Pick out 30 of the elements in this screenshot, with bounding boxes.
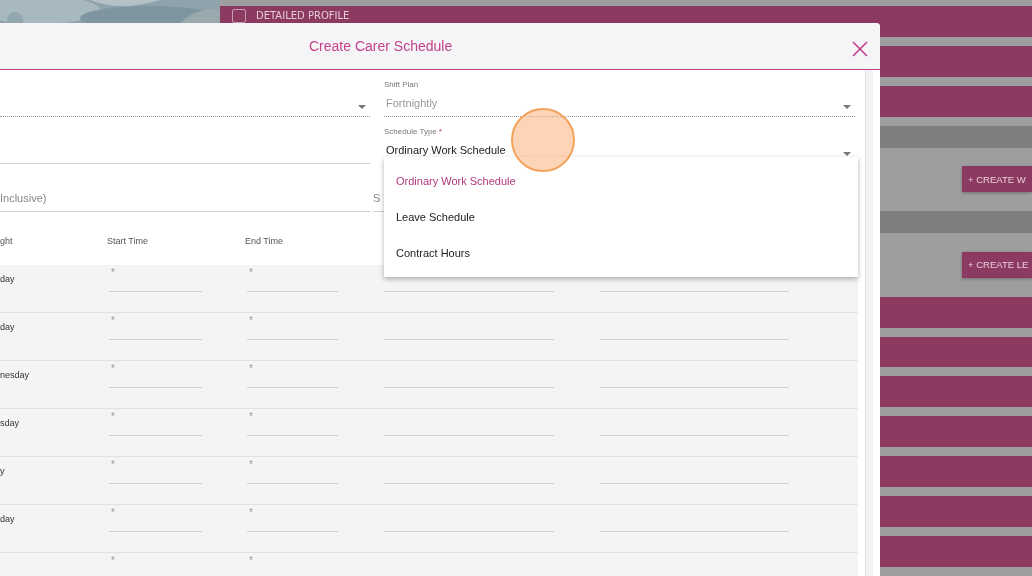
field-label: Shift Plan <box>384 80 419 89</box>
caret-icon <box>358 105 366 109</box>
create-button[interactable]: + CREATE LE <box>962 251 1032 278</box>
field-label: * <box>111 555 115 566</box>
menu-item[interactable]: Leave Schedule <box>384 199 858 235</box>
field-placeholder: Inclusive) <box>0 192 47 204</box>
click-indicator <box>510 107 576 173</box>
create-button[interactable]: + CREATE W <box>962 166 1032 193</box>
field-label: * <box>249 555 253 566</box>
dialog-title: Create Carer Schedule <box>309 38 453 54</box>
day-label: day <box>0 321 15 332</box>
caret-icon <box>843 105 851 109</box>
menu-item[interactable]: Contract Hours <box>384 235 858 271</box>
menu-item[interactable]: Ordinary Work Schedule <box>384 163 858 199</box>
field-value: Ordinary Work Schedule <box>386 144 506 156</box>
field-label: S <box>373 192 381 204</box>
column-header: End Time <box>245 235 285 246</box>
field-label: Schedule Type * <box>384 127 442 136</box>
day-label: sday <box>0 417 19 428</box>
day-label: nesday <box>0 369 30 380</box>
column-header: ght <box>0 235 14 246</box>
day-label: day <box>0 273 15 284</box>
field-value: Fortnightly <box>386 97 438 109</box>
column-header: Start Time <box>107 235 149 246</box>
close-icon[interactable] <box>852 41 868 57</box>
scrollbar[interactable] <box>865 70 873 576</box>
section-title: DETAILED PROFILE <box>256 9 350 22</box>
text-field[interactable]: Inclusive) <box>0 173 370 212</box>
day-label: day <box>0 513 15 524</box>
day-label: y <box>0 465 5 476</box>
